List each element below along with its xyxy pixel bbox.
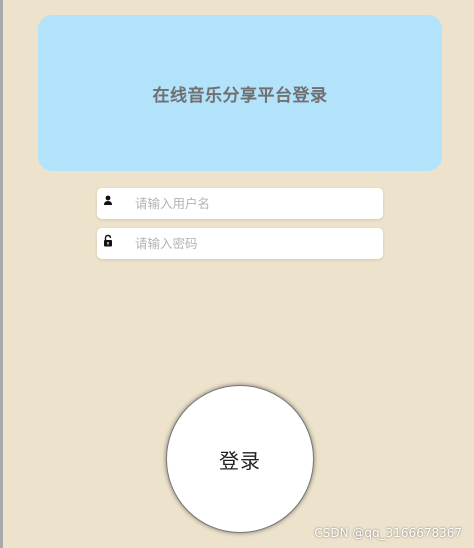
left-edge-border (0, 0, 3, 548)
login-button-label: 登录 (219, 448, 261, 473)
user-icon (104, 195, 112, 205)
login-button[interactable]: 登录 (166, 385, 314, 533)
password-field[interactable] (97, 228, 383, 259)
lock-icon (104, 234, 112, 247)
watermark: CSDN @qq_3166678367 (314, 526, 462, 540)
username-field[interactable] (97, 188, 383, 219)
page-title: 在线音乐分享平台登录 (152, 85, 328, 106)
username-input[interactable] (135, 188, 375, 219)
password-input[interactable] (135, 228, 375, 259)
header-banner: 在线音乐分享平台登录 (38, 15, 442, 171)
